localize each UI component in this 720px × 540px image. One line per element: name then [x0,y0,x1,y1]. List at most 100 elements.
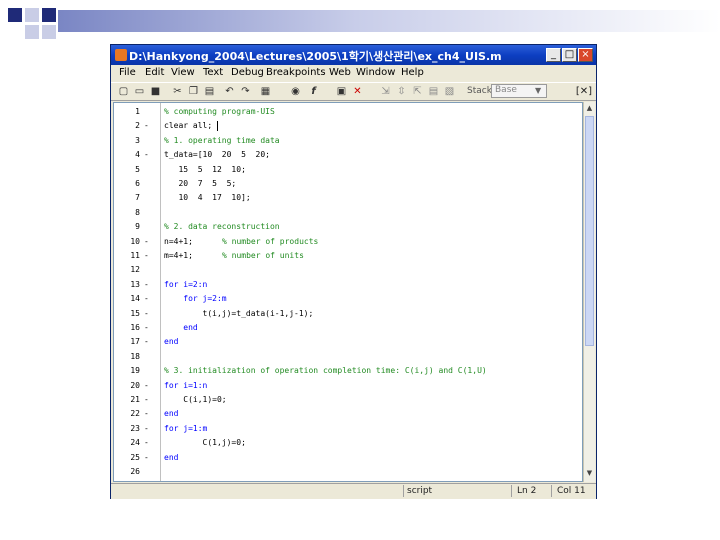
decor-square [42,8,56,22]
decor-gradient-bar [58,10,720,32]
menu-web[interactable]: Web [329,67,351,78]
line-number: 20 [130,380,140,390]
window-title: D:\Hankyong_2004\Lectures\2005\1학기\생산관리\… [129,50,502,63]
decor-square [42,25,56,39]
menu-window[interactable]: Window [356,67,395,78]
set-breakpoint-icon[interactable]: ▣ [335,85,348,98]
decor-square [25,8,39,22]
vertical-scrollbar[interactable]: ▲ ▼ [583,102,595,482]
breakpoint-marker[interactable]: - [144,251,149,260]
breakpoint-marker[interactable]: - [144,409,149,418]
print-icon[interactable]: ▦ [259,85,272,98]
code-line[interactable]: 10 4 17 10]; [164,193,250,202]
toolbar: ▢ ▭ ■ ✂ ❐ ▤ ↶ ↷ ▦ ◉ f ▣ ✕ ⇲ ⇳ ⇱ ▤ ▧ Stac… [111,82,596,101]
code-line[interactable]: end [164,409,178,418]
function-icon[interactable]: f [307,85,320,98]
line-number: 26 [130,467,140,476]
code-line[interactable]: for j=1:m [164,424,207,433]
code-line[interactable]: % computing program-UIS [164,107,275,116]
line-number: 18 [130,351,140,361]
menu-debug[interactable]: Debug [231,67,264,78]
open-icon[interactable]: ▭ [133,85,146,98]
scrollbar-thumb[interactable] [585,116,594,346]
exit-debug-icon[interactable]: ▧ [443,85,456,98]
new-file-icon[interactable]: ▢ [117,85,130,98]
code-line[interactable]: clear all; [164,121,212,130]
breakpoint-marker[interactable]: - [144,381,149,390]
breakpoint-marker[interactable]: - [144,121,149,130]
code-comment[interactable]: % number of products [222,237,318,246]
find-icon[interactable]: ◉ [289,85,302,98]
breakpoint-marker[interactable]: - [144,280,149,289]
code-line[interactable]: C(i,1)=0; [164,395,226,404]
redo-icon[interactable]: ↷ [239,85,252,98]
cut-icon[interactable]: ✂ [171,85,184,98]
step-icon[interactable]: ⇲ [379,85,392,98]
status-mode: script [407,486,433,496]
continue-icon[interactable]: ▤ [427,85,440,98]
menu-view[interactable]: View [171,67,195,78]
status-column: Col 11 [557,486,586,496]
menu-text[interactable]: Text [203,67,223,78]
stack-dropdown[interactable]: Base ▼ [491,84,547,98]
line-number: 24 [130,438,140,448]
breakpoint-marker[interactable]: - [144,309,149,318]
code-line[interactable]: end [164,323,197,332]
breakpoint-marker[interactable]: - [144,323,149,332]
breakpoint-marker[interactable]: - [144,395,149,404]
save-icon[interactable]: ■ [149,85,162,98]
menu-bar: File Edit View Text Debug Breakpoints We… [111,65,596,81]
breakpoint-marker[interactable]: - [144,453,149,462]
code-line[interactable]: for j=2:m [164,294,226,303]
code-line[interactable]: % 3. initialization of operation complet… [164,366,487,375]
paste-icon[interactable]: ▤ [203,85,216,98]
line-number: 6 [135,179,140,188]
line-number: 12 [130,265,140,275]
status-divider [403,485,404,497]
code-line[interactable]: t_data=[10 20 5 20; [164,150,270,159]
line-number: 14 [130,294,140,304]
minimize-button[interactable]: _ [546,48,561,62]
clear-breakpoints-icon[interactable]: ✕ [351,85,364,98]
code-line[interactable]: end [164,453,178,462]
breakpoint-marker[interactable]: - [144,237,149,246]
code-editor[interactable]: 1% computing program-UIS 2- clear all; 3% 1… [113,102,583,482]
code-line[interactable]: 20 7 5 5; [164,179,236,188]
code-line[interactable]: % 1. operating time data [164,136,280,145]
close-button[interactable]: × [578,48,593,62]
code-line[interactable]: C(1,j)=0; [164,438,246,447]
code-line[interactable]: m=4+1; [164,251,193,260]
code-line[interactable]: end [164,337,178,346]
line-number: 19 [130,366,140,376]
code-line[interactable]: % 2. data reconstruction [164,222,280,231]
menu-breakpoints[interactable]: Breakpoints [266,67,326,78]
menu-edit[interactable]: Edit [145,67,164,78]
line-number: 23 [130,423,140,433]
line-number: 4 [135,150,140,160]
code-line[interactable]: for i=1:n [164,381,207,390]
breakpoint-marker[interactable]: - [144,424,149,433]
breakpoint-marker[interactable]: - [144,438,149,447]
copy-icon[interactable]: ❐ [187,85,200,98]
code-comment[interactable]: % number of units [222,251,304,260]
step-out-icon[interactable]: ⇱ [411,85,424,98]
menu-help[interactable]: Help [401,67,424,78]
line-number: 1 [135,107,140,116]
step-in-icon[interactable]: ⇳ [395,85,408,98]
line-number: 9 [135,222,140,232]
menu-file[interactable]: File [119,67,136,78]
breakpoint-marker[interactable]: - [144,337,149,346]
code-line[interactable]: for i=2:n [164,280,207,289]
scroll-down-icon[interactable]: ▼ [584,468,595,479]
breakpoint-marker[interactable]: - [144,150,149,159]
undo-icon[interactable]: ↶ [223,85,236,98]
code-line[interactable]: t(i,j)=t_data(i-1,j-1); [164,309,314,318]
code-line[interactable]: n=4+1; [164,237,193,246]
title-bar[interactable]: D:\Hankyong_2004\Lectures\2005\1학기\생산관리\… [111,45,596,65]
undock-icon[interactable]: [✕] [576,86,592,97]
maximize-button[interactable]: □ [562,48,577,62]
breakpoint-marker[interactable]: - [144,294,149,303]
scroll-up-icon[interactable]: ▲ [584,103,595,114]
code-line[interactable]: 15 5 12 10; [164,165,245,174]
status-bar: script Ln 2 Col 11 [111,483,596,499]
